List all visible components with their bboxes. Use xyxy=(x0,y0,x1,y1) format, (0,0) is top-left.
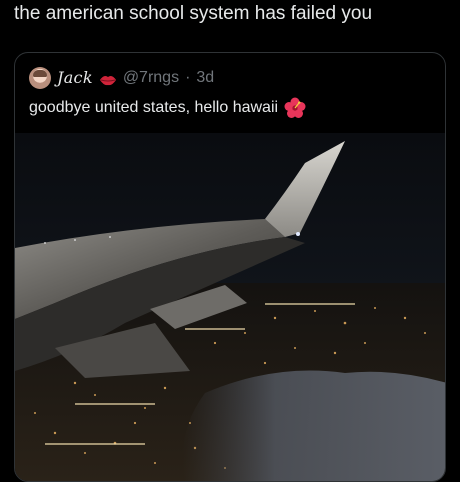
user-handle[interactable]: @7rngs xyxy=(123,68,179,88)
avatar[interactable] xyxy=(29,67,51,89)
airplane-wing-night-photo[interactable] xyxy=(15,133,446,482)
lips-icon xyxy=(99,72,117,86)
separator-dot: · xyxy=(185,69,191,86)
quoted-post-text-row: goodbye united states, hello hawaii xyxy=(29,97,306,119)
quoted-post-header: Jack @7rngs · 3d xyxy=(29,67,214,89)
post-text: the american school system has failed yo… xyxy=(14,3,373,24)
display-name[interactable]: Jack xyxy=(57,68,93,88)
quoted-post-card[interactable]: Jack @7rngs · 3d goodbye united states, … xyxy=(14,52,446,482)
hibiscus-icon xyxy=(284,97,306,119)
quoted-post-text: goodbye united states, hello hawaii xyxy=(29,99,279,116)
post-age[interactable]: 3d xyxy=(196,68,214,88)
